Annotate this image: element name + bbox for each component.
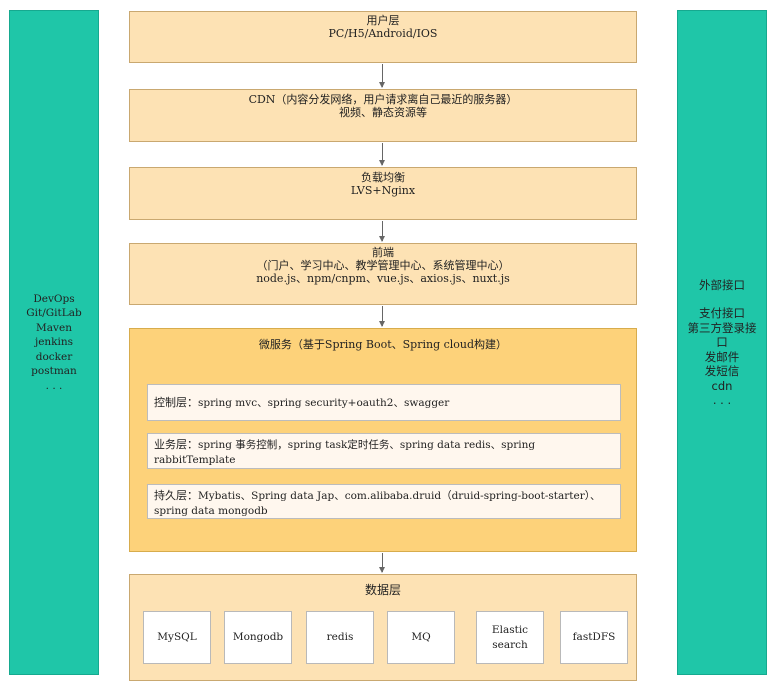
datastore-mysql: MySQL — [143, 611, 211, 664]
user-layer: 用户层 PC/H5/Android/IOS — [129, 11, 637, 63]
external-interface-item: 第三方登录接 — [687, 320, 757, 335]
datastore-mq: MQ — [387, 611, 455, 664]
datastore-elasticsearch: Elastic search — [476, 611, 544, 664]
cdn-layer-detail: 视频、静态资源等 — [339, 106, 427, 119]
devops-item: jenkins — [34, 336, 74, 349]
business-layer-label: 业务层： — [154, 438, 198, 451]
datastore-fastdfs: fastDFS — [560, 611, 628, 664]
frontend-layer: 前端 （门户、学习中心、教学管理中心、系统管理中心） node.js、npm/c… — [129, 243, 637, 305]
control-layer-box: 控制层：spring mvc、spring security+oauth2、sw… — [147, 384, 621, 421]
cdn-layer: CDN（内容分发网络，用户请求离自己最近的服务器） 视频、静态资源等 — [129, 89, 637, 142]
load-balancer-detail: LVS+Nginx — [350, 184, 416, 197]
devops-item: Maven — [36, 321, 72, 334]
frontend-subtitle: （门户、学习中心、教学管理中心、系统管理中心） — [256, 259, 510, 272]
microservice-layer: 微服务（基于Spring Boot、Spring cloud构建） 控制层：sp… — [129, 328, 637, 552]
devops-panel: DevOps Git/GitLab Maven jenkins docker p… — [9, 10, 99, 675]
persistence-layer-label: 持久层： — [154, 489, 198, 502]
external-interface-item: 发短信 — [704, 364, 740, 378]
devops-item: docker — [35, 350, 73, 363]
external-interfaces-panel: 外部接口 支付接口 第三方登录接 口 发邮件 发短信 cdn . . . — [677, 10, 767, 675]
flow-arrow — [379, 64, 385, 88]
external-interface-item: 口 — [716, 335, 728, 349]
devops-item: postman — [31, 365, 77, 378]
external-interfaces-title: 外部接口 — [699, 277, 745, 292]
persistence-layer-box: 持久层：Mybatis、Spring data Jap、com.alibaba.… — [147, 484, 621, 519]
persistence-layer-text: Mybatis、Spring data Jap、com.alibaba.drui… — [154, 490, 601, 517]
load-balancer-layer: 负载均衡 LVS+Nginx — [129, 167, 637, 220]
user-layer-detail: PC/H5/Android/IOS — [328, 27, 438, 40]
devops-item: DevOps — [33, 292, 75, 305]
flow-arrow — [379, 221, 385, 242]
flow-arrow — [379, 143, 385, 166]
devops-item: . . . — [45, 379, 63, 392]
user-layer-title: 用户层 — [366, 14, 400, 27]
frontend-title: 前端 — [372, 246, 394, 259]
flow-arrow — [379, 553, 385, 573]
datastore-redis: redis — [306, 611, 374, 664]
business-layer-box: 业务层：spring 事务控制，spring task定时任务、spring d… — [147, 433, 621, 469]
external-interface-item: . . . — [712, 393, 732, 407]
frontend-detail: node.js、npm/cnpm、vue.js、axios.js、nuxt.js — [256, 272, 510, 285]
datastore-mongodb: Mongodb — [224, 611, 292, 664]
microservice-title: 微服务（基于Spring Boot、Spring cloud构建） — [258, 338, 508, 351]
control-layer-label: 控制层： — [154, 396, 198, 409]
business-layer-text: spring 事务控制，spring task定时任务、spring data … — [154, 439, 536, 466]
external-interface-item: cdn — [711, 378, 733, 393]
external-interface-item: 支付接口 — [699, 306, 745, 320]
cdn-layer-title: CDN（内容分发网络，用户请求离自己最近的服务器） — [248, 93, 518, 106]
data-layer-title: 数据层 — [364, 583, 401, 597]
load-balancer-title: 负载均衡 — [361, 171, 405, 184]
control-layer-text: spring mvc、spring security+oauth2、swagge… — [198, 397, 450, 409]
devops-item: Git/GitLab — [26, 307, 82, 320]
data-layer: 数据层 MySQL Mongodb redis MQ Elastic searc… — [129, 574, 637, 681]
external-interface-item: 发邮件 — [704, 349, 740, 364]
flow-arrow — [379, 306, 385, 327]
